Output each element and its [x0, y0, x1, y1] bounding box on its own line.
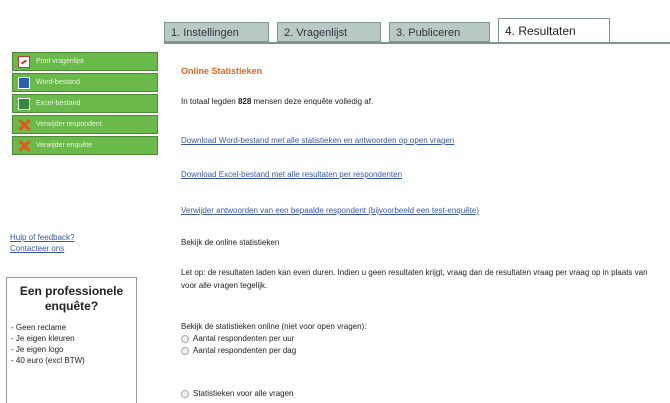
tab-divider — [164, 42, 670, 44]
promo-list: - Geen reclame - Je eigen kleuren - Je e… — [11, 322, 132, 366]
respondent-count: 828 — [237, 97, 252, 106]
option-label: Aantal respondenten per uur — [193, 334, 295, 343]
sidebar-button-label: Print vragenlijst — [36, 58, 84, 65]
excel-file-button[interactable]: Excel-bestand — [12, 94, 158, 113]
tab-publiceren[interactable]: 3. Publiceren — [389, 22, 490, 42]
tab-vragenlijst[interactable]: 2. Vragenlijst — [277, 22, 381, 42]
sidebar-button-label: Verwijder enquête — [36, 142, 93, 149]
promo-item: - Je eigen kleuren — [11, 334, 75, 343]
option-per-hour[interactable]: Aantal respondenten per uur — [181, 334, 294, 343]
view-online-text: Bekijk de online statistieken — [181, 238, 280, 247]
delete-icon — [18, 119, 30, 131]
sidebar-button-label: Excel-bestand — [36, 100, 81, 107]
radio-icon — [181, 334, 189, 343]
contact-link[interactable]: Contacteer ons — [10, 243, 75, 254]
promo-box: Een professionele enquête? - Geen reclam… — [6, 277, 137, 403]
delete-answers-link[interactable]: Verwijder antwoorden van een bepaalde re… — [181, 206, 479, 215]
word-icon — [18, 76, 30, 89]
help-feedback-link[interactable]: Hulp of feedback? — [10, 232, 75, 243]
sidebar: Print vragenlijst Word-bestand Excel-bes… — [12, 52, 158, 157]
delete-respondent-button[interactable]: Verwijder respondent — [12, 115, 158, 134]
word-file-button[interactable]: Word-bestand — [12, 73, 158, 92]
delete-survey-button[interactable]: Verwijder enquête — [12, 136, 158, 155]
intro-prefix: In totaal legden — [181, 97, 238, 106]
promo-item: - Je eigen logo — [11, 345, 64, 354]
stats-heading: Bekijk de statistieken online (niet voor… — [181, 322, 367, 331]
page-title: Online Statistieken — [181, 66, 263, 76]
tab-resultaten[interactable]: 4. Resultaten — [498, 18, 610, 43]
download-word-link[interactable]: Download Word-bestand met alle statistie… — [181, 136, 454, 145]
promo-title: Een professionele enquête? — [19, 284, 124, 313]
promo-item: - Geen reclame — [11, 323, 67, 332]
pdf-icon — [18, 55, 30, 68]
tab-instellingen[interactable]: 1. Instellingen — [164, 22, 269, 42]
option-label: Aantal respondenten per dag — [193, 346, 297, 355]
print-survey-button[interactable]: Print vragenlijst — [12, 52, 158, 71]
download-excel-link[interactable]: Download Excel-bestand met alle resultat… — [181, 170, 402, 179]
delete-icon — [18, 140, 30, 152]
intro-text: In totaal legden 828 mensen deze enquête… — [181, 97, 373, 106]
intro-suffix: mensen deze enquête volledig af. — [251, 97, 374, 106]
tab-bar: 1. Instellingen 2. Vragenlijst 3. Public… — [164, 18, 670, 43]
promo-item: - 40 euro (excl BTW) — [11, 356, 85, 365]
option-per-day[interactable]: Aantal respondenten per dag — [181, 346, 296, 355]
option-label: Statistieken voor alle vragen — [193, 389, 294, 398]
option-all-questions[interactable]: Statistieken voor alle vragen — [181, 389, 294, 398]
radio-icon — [181, 389, 189, 398]
help-links: Hulp of feedback? Contacteer ons — [10, 232, 75, 254]
radio-icon — [181, 346, 189, 355]
sidebar-button-label: Verwijder respondent — [36, 121, 102, 128]
excel-icon — [18, 97, 30, 110]
loading-tip: Let op: de resultaten laden kan even dur… — [181, 268, 648, 290]
sidebar-button-label: Word-bestand — [36, 79, 80, 86]
